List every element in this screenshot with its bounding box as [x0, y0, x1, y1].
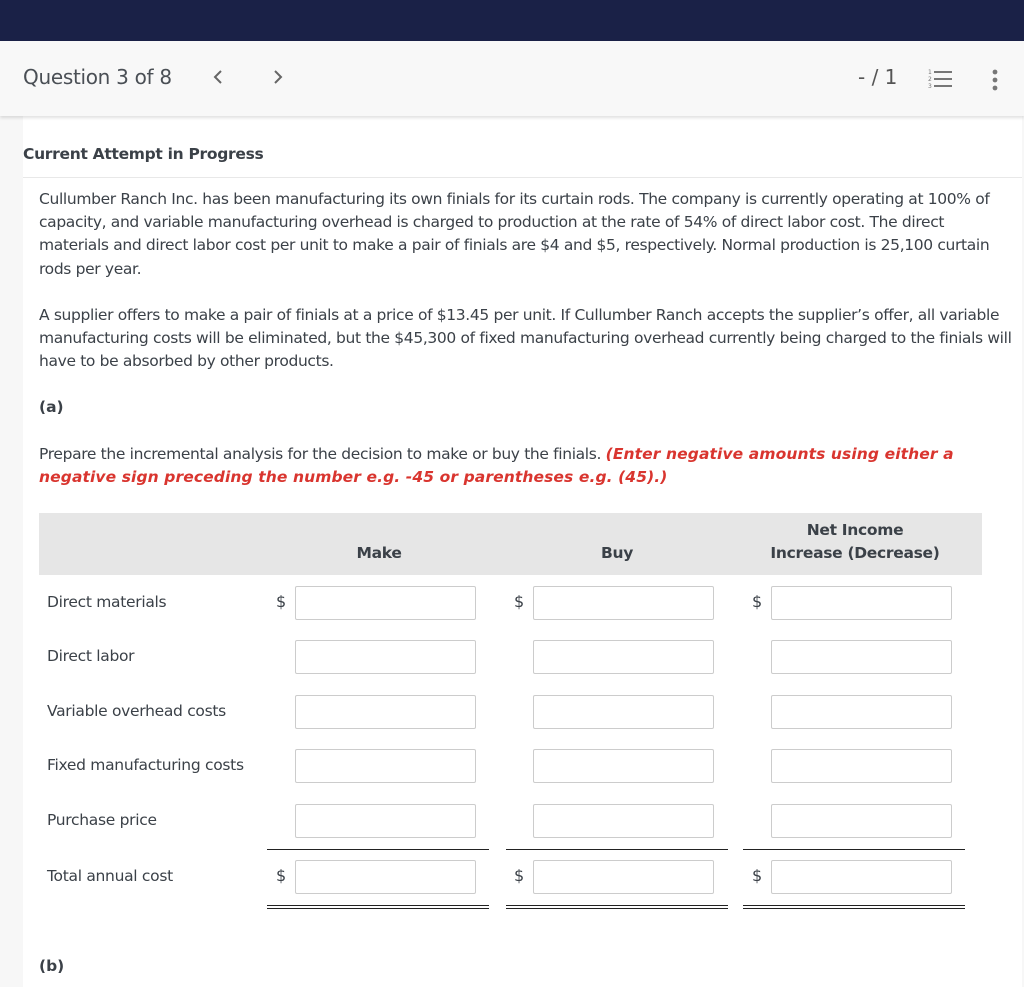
subtotal-rule — [267, 849, 489, 850]
top-app-bar — [0, 0, 1024, 41]
fixed-manufacturing-costs-make-input[interactable] — [295, 749, 476, 783]
total-annual-cost-buy-input[interactable] — [533, 860, 714, 894]
net-income-line2: Increase (Decrease) — [770, 544, 940, 562]
variable-overhead-costs-buy-input[interactable] — [533, 695, 714, 729]
currency-symbol: $ — [514, 592, 525, 611]
part-b-label: (b) — [39, 957, 65, 975]
row-label: Total annual cost — [47, 867, 173, 885]
question-header: Question 3 of 8 - / 1 1 2 3 — [0, 41, 1024, 116]
net-income-line1: Net Income — [806, 521, 904, 539]
svg-text:3: 3 — [928, 83, 932, 90]
question-content: Current Attempt in Progress Cullumber Ra… — [23, 116, 1022, 987]
currency-symbol: $ — [276, 592, 287, 611]
chevron-right-icon — [274, 70, 283, 84]
question-score: - / 1 — [858, 65, 898, 89]
prompt-text: Prepare the incremental analysis for the… — [39, 445, 606, 463]
attempt-status-heading: Current Attempt in Progress — [23, 145, 264, 163]
purchase-price-make-input[interactable] — [295, 804, 476, 838]
svg-text:1: 1 — [928, 69, 932, 76]
direct-labor-net-income-input[interactable] — [771, 640, 952, 674]
subtotal-rule — [506, 849, 728, 850]
direct-materials-make-input[interactable] — [295, 586, 476, 620]
total-double-rule — [267, 905, 489, 909]
divider — [23, 177, 1022, 178]
currency-symbol: $ — [752, 592, 763, 611]
direct-labor-buy-input[interactable] — [533, 640, 714, 674]
chevron-left-icon — [213, 70, 222, 84]
previous-question-button[interactable] — [207, 63, 229, 91]
currency-symbol: $ — [752, 866, 763, 885]
table-header: Make Buy Net Income Increase (Decrease) — [39, 513, 982, 575]
total-annual-cost-net-income-input[interactable] — [771, 860, 952, 894]
problem-paragraph-1: Cullumber Ranch Inc. has been manufactur… — [39, 190, 990, 278]
direct-materials-buy-input[interactable] — [533, 586, 714, 620]
variable-overhead-costs-net-income-input[interactable] — [771, 695, 952, 729]
column-header-make: Make — [356, 544, 402, 562]
part-a-label: (a) — [39, 398, 64, 416]
direct-materials-net-income-input[interactable] — [771, 586, 952, 620]
total-double-rule — [506, 905, 728, 909]
fixed-manufacturing-costs-net-income-input[interactable] — [771, 749, 952, 783]
row-label: Direct labor — [47, 647, 135, 665]
row-label: Direct materials — [47, 593, 167, 611]
row-label: Variable overhead costs — [47, 702, 226, 720]
numbered-list-icon[interactable]: 1 2 3 — [928, 68, 952, 90]
direct-labor-make-input[interactable] — [295, 640, 476, 674]
subtotal-rule — [743, 849, 965, 850]
svg-text:2: 2 — [928, 76, 932, 83]
fixed-manufacturing-costs-buy-input[interactable] — [533, 749, 714, 783]
currency-symbol: $ — [276, 866, 287, 885]
total-double-rule — [743, 905, 965, 909]
purchase-price-buy-input[interactable] — [533, 804, 714, 838]
column-header-buy: Buy — [600, 544, 634, 562]
next-question-button[interactable] — [267, 63, 289, 91]
currency-symbol: $ — [514, 866, 525, 885]
row-label: Fixed manufacturing costs — [47, 756, 244, 774]
question-position: Question 3 of 8 — [23, 65, 172, 89]
variable-overhead-costs-make-input[interactable] — [295, 695, 476, 729]
more-vertical-icon[interactable] — [988, 67, 1002, 93]
row-label: Purchase price — [47, 811, 157, 829]
part-a-prompt: Prepare the incremental analysis for the… — [39, 443, 1014, 489]
problem-paragraph-2: A supplier offers to make a pair of fini… — [39, 306, 1012, 371]
total-annual-cost-make-input[interactable] — [295, 860, 476, 894]
column-header-net-income: Net Income Increase (Decrease) — [755, 519, 955, 565]
purchase-price-net-income-input[interactable] — [771, 804, 952, 838]
